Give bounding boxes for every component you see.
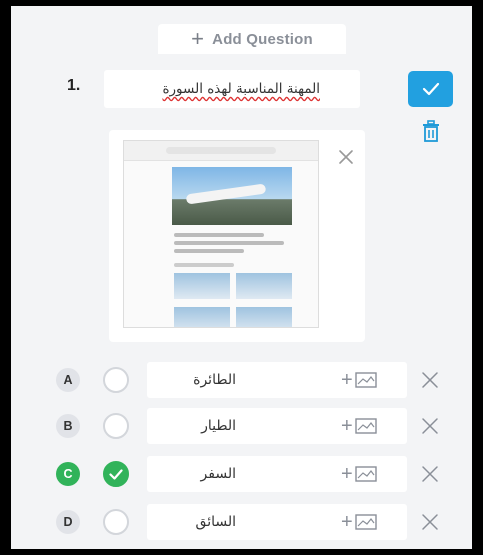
option-text: السفر bbox=[200, 466, 236, 482]
plus-icon: + bbox=[341, 369, 353, 391]
image-icon bbox=[354, 372, 377, 388]
add-image-button[interactable]: + bbox=[341, 370, 391, 390]
question-editor: + Add Question 1. المهنة المناسبة لهذه ا… bbox=[11, 6, 472, 549]
image-icon bbox=[354, 418, 377, 434]
question-image-card bbox=[109, 130, 365, 342]
plus-icon: + bbox=[341, 511, 353, 533]
option-letter: C bbox=[56, 462, 80, 486]
question-text-input[interactable]: المهنة المناسبة لهذه السورة bbox=[104, 70, 360, 108]
option-letter: A bbox=[56, 368, 80, 392]
question-text: المهنة المناسبة لهذه السورة bbox=[162, 81, 320, 97]
check-icon bbox=[422, 82, 439, 96]
option-text-input[interactable]: الطيار + bbox=[147, 408, 407, 444]
confirm-question-button[interactable] bbox=[408, 71, 453, 107]
option-letter: B bbox=[56, 414, 80, 438]
remove-option-icon[interactable] bbox=[421, 417, 439, 435]
check-icon bbox=[109, 468, 123, 480]
option-letter: D bbox=[56, 510, 80, 534]
plus-icon: + bbox=[341, 463, 353, 485]
option-text-input[interactable]: الطائرة + bbox=[147, 362, 407, 398]
option-row-a: A الطائرة + bbox=[11, 360, 472, 400]
option-text: الطائرة bbox=[193, 372, 236, 388]
option-row-c: C السفر + bbox=[11, 454, 472, 494]
image-icon bbox=[354, 514, 377, 530]
add-question-label: Add Question bbox=[212, 30, 313, 48]
trash-icon[interactable] bbox=[420, 119, 442, 143]
option-text: السائق bbox=[195, 514, 236, 530]
image-icon bbox=[354, 466, 377, 482]
plus-icon: + bbox=[341, 415, 353, 437]
option-row-b: B الطيار + bbox=[11, 406, 472, 446]
add-question-button[interactable]: + Add Question bbox=[158, 24, 346, 54]
close-icon[interactable] bbox=[337, 148, 355, 166]
option-text-input[interactable]: السائق + bbox=[147, 504, 407, 540]
correct-answer-radio[interactable] bbox=[103, 367, 129, 393]
add-image-button[interactable]: + bbox=[341, 512, 391, 532]
correct-answer-radio[interactable] bbox=[103, 413, 129, 439]
remove-option-icon[interactable] bbox=[421, 465, 439, 483]
option-row-d: D السائق + bbox=[11, 502, 472, 542]
correct-answer-radio[interactable] bbox=[103, 509, 129, 535]
question-number: 1. bbox=[67, 77, 81, 94]
option-text: الطيار bbox=[201, 418, 236, 434]
add-image-button[interactable]: + bbox=[341, 416, 391, 436]
plus-icon: + bbox=[191, 26, 205, 51]
remove-option-icon[interactable] bbox=[421, 513, 439, 531]
remove-option-icon[interactable] bbox=[421, 371, 439, 389]
attached-screenshot-image bbox=[123, 140, 319, 328]
option-text-input[interactable]: السفر + bbox=[147, 456, 407, 492]
add-image-button[interactable]: + bbox=[341, 464, 391, 484]
correct-answer-radio[interactable] bbox=[103, 461, 129, 487]
